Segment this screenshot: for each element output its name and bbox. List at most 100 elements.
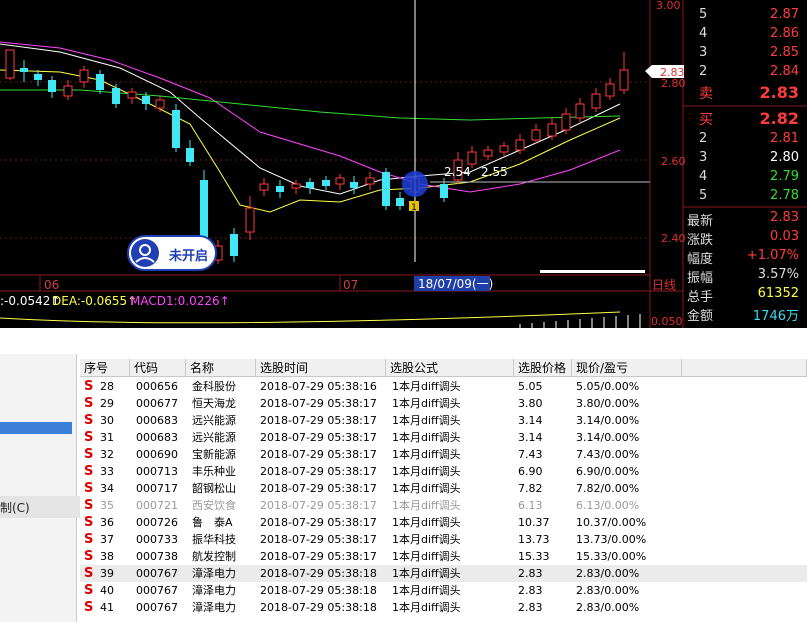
cell-price: 3.80 xyxy=(518,397,543,410)
price-tick-260: 2.60 xyxy=(661,155,686,168)
candle-body xyxy=(186,148,194,162)
table-row[interactable]: S 36 000726 鲁 泰A 2018-07-29 05:38:17 1本月diff调… xyxy=(80,514,807,531)
table-row[interactable]: S 41 000767 漳泽电力 2018-07-29 05:38:18 1本月diff调… xyxy=(80,599,807,616)
candle-body xyxy=(499,145,509,153)
cell-formula: 1本月diff调头 xyxy=(392,516,461,529)
column-header[interactable]: 选股时间 xyxy=(256,359,386,377)
cell-name: 远兴能源 xyxy=(192,431,236,444)
macd-bars xyxy=(519,314,641,328)
order-level: 4 xyxy=(699,26,708,41)
stat-value: 3.57% xyxy=(757,267,799,282)
signal-flag: S xyxy=(84,498,94,513)
cell-no: 36 xyxy=(100,516,114,529)
cell-price: 3.14 xyxy=(518,414,543,427)
cell-name: 韶钢松山 xyxy=(192,482,236,495)
signal-flag: S xyxy=(84,413,94,428)
candle-body xyxy=(127,91,137,99)
table-row[interactable]: S 29 000677 恒天海龙 2018-07-29 05:38:17 1本月diff调… xyxy=(80,395,807,412)
column-header[interactable]: 代码 xyxy=(130,359,186,377)
column-header[interactable]: 名称 xyxy=(186,359,256,377)
candle-body xyxy=(591,93,601,109)
stock-chart-panel[interactable]: 1 2.54 2.55 3.00 2.80 2.60 2.40 2.83 06 … xyxy=(0,0,807,328)
cell-pnl: 2.83/0.00% xyxy=(576,567,640,580)
table-row[interactable]: S 34 000717 韶钢松山 2018-07-29 05:38:17 1本月diff调… xyxy=(80,480,807,497)
table-row[interactable]: S 31 000683 远兴能源 2018-07-29 05:38:17 1本月diff调… xyxy=(80,429,807,446)
signal-flag: S xyxy=(84,532,94,547)
candle-body xyxy=(245,207,255,233)
order-level: 2 xyxy=(699,64,708,79)
cell-name: 漳泽电力 xyxy=(192,584,236,597)
cell-time: 2018-07-29 05:38:17 xyxy=(260,465,377,478)
table-row[interactable]: S 37 000733 振华科技 2018-07-29 05:38:17 1本月diff调… xyxy=(80,531,807,548)
order-book-row-sell-2: 2 2.84 xyxy=(695,63,807,83)
candle-body xyxy=(440,184,448,198)
order-level: 3 xyxy=(699,45,708,60)
period-label[interactable]: 日线 xyxy=(652,278,676,292)
table-row[interactable]: S 40 000767 漳泽电力 2018-07-29 05:38:18 1本月diff调… xyxy=(80,582,807,599)
badge-label: 未开启 xyxy=(169,249,209,264)
candle-body xyxy=(96,74,104,90)
stat-row: 最新 2.83 xyxy=(683,208,807,229)
column-header[interactable]: 现价/盈亏 xyxy=(572,359,682,377)
table-row[interactable]: S 32 000690 宝新能源 2018-07-29 05:38:17 1本月diff调… xyxy=(80,446,807,463)
column-header[interactable]: 序号 xyxy=(80,359,130,377)
order-level: 卖 xyxy=(699,86,713,102)
order-price: 2.83 xyxy=(759,83,799,102)
cell-time: 2018-07-29 05:38:16 xyxy=(260,380,377,393)
macd-axis-value: 0.050 xyxy=(651,315,683,328)
cell-pnl: 3.14/0.00% xyxy=(576,431,640,444)
signal-flag: S xyxy=(84,396,94,411)
left-tree-panel[interactable] xyxy=(0,354,77,622)
scroll-indicator[interactable] xyxy=(540,270,645,273)
candle-body xyxy=(605,83,615,97)
column-header[interactable]: 选股公式 xyxy=(386,359,514,377)
table-row[interactable]: S 30 000683 远兴能源 2018-07-29 05:38:17 1本月diff调… xyxy=(80,412,807,429)
table-row[interactable]: S 28 000656 金科股份 2018-07-29 05:38:16 1本月diff调… xyxy=(80,378,807,395)
cell-name: 漳泽电力 xyxy=(192,601,236,614)
cell-code: 000677 xyxy=(136,397,178,410)
candle-body xyxy=(63,85,73,97)
not-enabled-badge[interactable]: 未开启 xyxy=(127,235,217,271)
cell-time: 2018-07-29 05:38:18 xyxy=(260,584,377,597)
cell-pnl: 10.37/0.00% xyxy=(576,516,647,529)
table-row[interactable]: S 35 000721 西安饮食 2018-07-29 05:38:17 1本月diff调… xyxy=(80,497,807,514)
cell-name: 恒天海龙 xyxy=(192,397,236,410)
order-level: 5 xyxy=(699,188,708,203)
user-icon xyxy=(131,239,159,267)
table-row[interactable]: S 38 000738 航发控制 2018-07-29 05:38:17 1本月diff调… xyxy=(80,548,807,565)
candle-body xyxy=(172,110,180,148)
cell-code: 000767 xyxy=(136,567,178,580)
candle-body xyxy=(20,68,28,72)
signal-flag: S xyxy=(84,566,94,581)
cell-pnl: 13.73/0.00% xyxy=(576,533,647,546)
column-header-empty xyxy=(682,359,807,377)
cell-code: 000726 xyxy=(136,516,178,529)
candle-body xyxy=(276,186,284,192)
cell-formula: 1本月diff调头 xyxy=(392,397,461,410)
current-price-tag: 2.83 xyxy=(660,66,685,79)
order-price: 2.86 xyxy=(770,26,799,41)
cell-no: 41 xyxy=(100,601,114,614)
candle-body xyxy=(335,177,345,185)
left-selected-item[interactable] xyxy=(0,422,72,434)
column-header[interactable]: 选股价格 xyxy=(514,359,572,377)
cell-price: 2.83 xyxy=(518,601,543,614)
cell-name: 金科股份 xyxy=(192,380,236,393)
cell-no: 29 xyxy=(100,397,114,410)
cell-time: 2018-07-29 05:38:17 xyxy=(260,431,377,444)
table-row[interactable]: S 39 000767 漳泽电力 2018-07-29 05:38:18 1本月diff调… xyxy=(80,565,807,582)
crosshair-value-1: 2.54 xyxy=(444,165,471,179)
cell-no: 34 xyxy=(100,482,114,495)
crosshair-value-2: 2.55 xyxy=(481,165,508,179)
context-menu-item[interactable]: 制(C) xyxy=(0,496,80,518)
stat-row: 振幅 3.57% xyxy=(683,265,807,286)
crosshair-dot xyxy=(402,171,428,197)
ma5-line xyxy=(0,43,621,195)
stat-row: 涨跌 0.03 xyxy=(683,227,807,248)
order-book-row-sell-4: 4 2.86 xyxy=(695,25,807,45)
cell-no: 30 xyxy=(100,414,114,427)
cell-formula: 1本月diff调头 xyxy=(392,414,461,427)
cell-price: 13.73 xyxy=(518,533,550,546)
order-level: 2 xyxy=(699,131,708,146)
table-row[interactable]: S 33 000713 丰乐种业 2018-07-29 05:38:17 1本月diff调… xyxy=(80,463,807,480)
